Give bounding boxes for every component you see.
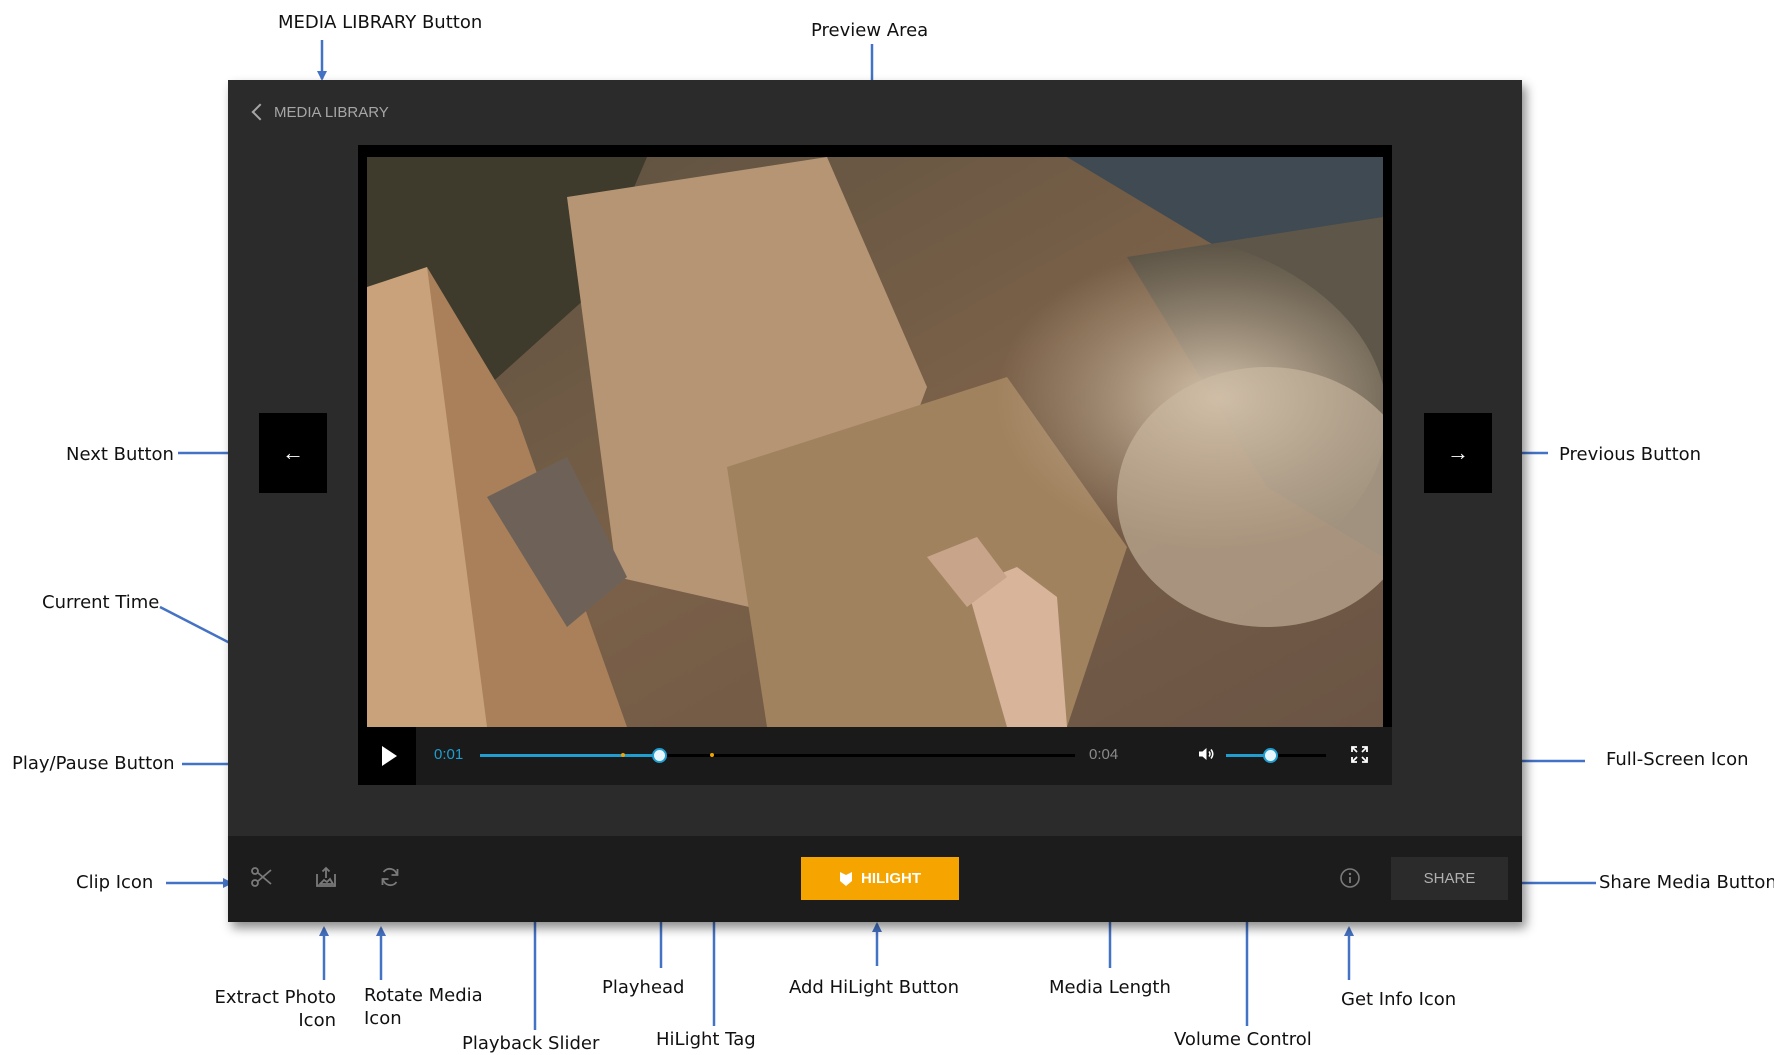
media-length: 0:04 [1089,746,1119,763]
annotation-preview-area: Preview Area [811,20,929,41]
scissors-icon[interactable] [250,865,274,889]
chevron-left-icon [251,103,269,121]
annotation-clip-icon: Clip Icon [76,872,154,893]
buffer-marker [620,753,625,757]
previous-button[interactable]: → [1424,413,1492,493]
share-label: SHARE [1423,870,1476,887]
preview-area[interactable] [367,157,1383,727]
play-icon [381,746,397,766]
annotation-add-hilight-button: Add HiLight Button [789,977,960,998]
media-library-label: MEDIA LIBRARY [274,103,389,121]
hilight-tag-icon [840,871,852,886]
playback-slider[interactable] [480,748,1075,763]
annotation-play-pause-button: Play/Pause Button [12,753,175,774]
annotation-share-media-button: Share Media Button [1599,872,1774,893]
annotation-full-screen-icon: Full-Screen Icon [1606,749,1749,770]
volume-knob[interactable] [1263,748,1278,763]
add-hilight-button[interactable]: HILIGHT [801,857,959,900]
annotation-extract-photo-icon: Extract Photo Icon [214,987,336,1032]
annotation-current-time: Current Time [42,592,160,613]
hilight-label: HILIGHT [861,870,921,887]
annotation-media-library-button: MEDIA LIBRARY Button [278,12,483,33]
full-screen-icon[interactable] [1351,746,1368,763]
annotation-media-length: Media Length [1049,977,1171,998]
playback-controls: 0:01 0:04 [358,727,1392,785]
info-icon[interactable] [1339,867,1361,889]
volume-icon[interactable] [1197,745,1215,763]
current-time: 0:01 [434,746,464,763]
annotation-playback-slider: Playback Slider [462,1033,600,1054]
playhead[interactable] [651,748,667,763]
right-arrow-icon: → [1447,440,1469,465]
video-frame-image [367,157,1383,727]
annotation-next-button: Next Button [66,444,174,465]
playback-progress-fill [480,754,659,757]
extract-photo-icon[interactable] [314,865,338,889]
next-button[interactable]: ← [259,413,327,493]
annotation-get-info-icon: Get Info Icon [1341,989,1457,1010]
volume-slider[interactable] [1226,748,1326,763]
hilight-tag[interactable] [710,753,715,757]
annotation-volume-control: Volume Control [1174,1029,1312,1050]
media-library-button[interactable]: MEDIA LIBRARY [250,100,389,124]
media-viewer-window: MEDIA LIBRARY ← → 0:01 0:04 HILIGHT SHAR… [228,80,1522,922]
bottom-toolbar: HILIGHT SHARE [228,836,1522,922]
annotation-playhead: Playhead [602,977,685,998]
annotation-hilight-tag: HiLight Tag [656,1029,756,1050]
share-button[interactable]: SHARE [1391,857,1508,900]
play-pause-button[interactable] [358,727,416,785]
annotation-rotate-media-icon: Rotate Media Icon [364,985,483,1030]
left-arrow-icon: ← [282,440,304,465]
video-player: 0:01 0:04 [358,145,1392,785]
annotation-previous-button: Previous Button [1559,444,1702,465]
rotate-icon[interactable] [378,865,402,889]
